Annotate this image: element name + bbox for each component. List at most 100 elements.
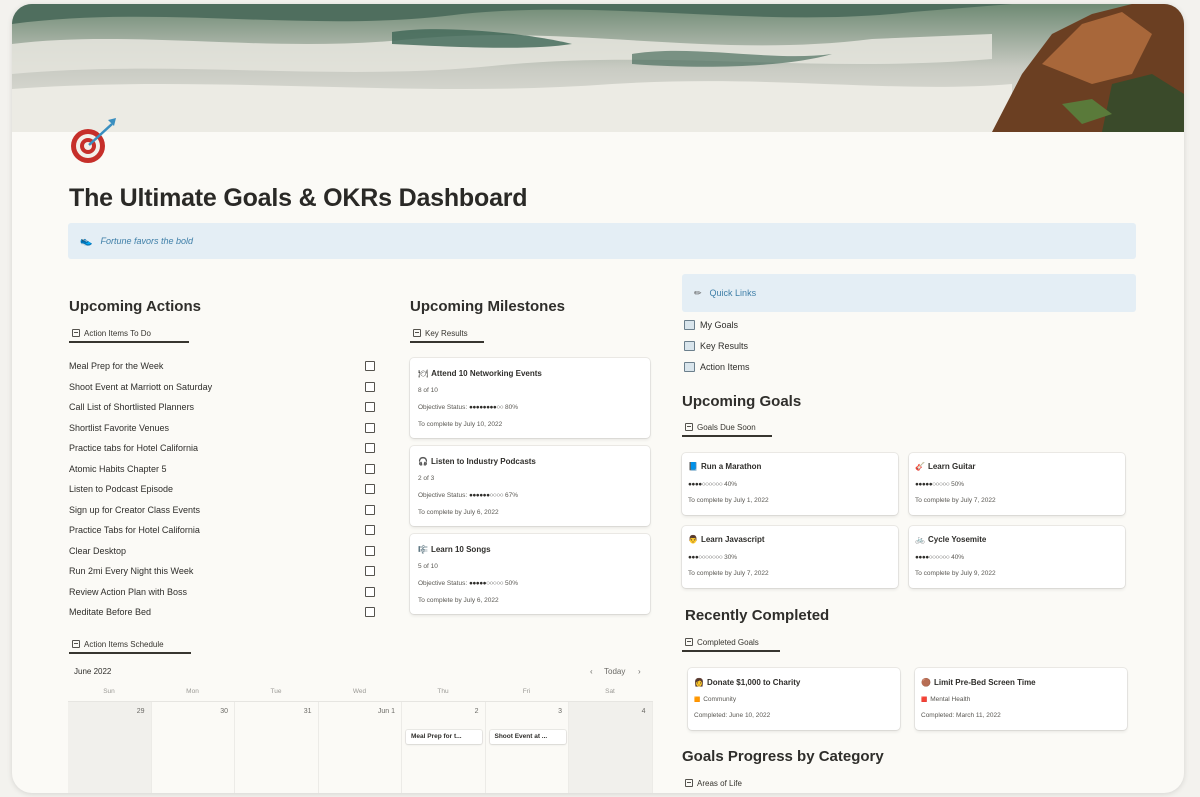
todo-label: Call List of Shortlisted Planners [69,402,195,412]
completed-goal-title: 👩 Donate $1,000 to Charity [694,678,800,687]
quick-link-label: Key Results [700,341,749,351]
quick-link-label: My Goals [700,320,739,330]
milestone-status: Objective Status: ●●●●●●●●○○ 80% [418,404,518,411]
todo-checkbox[interactable] [365,525,375,535]
todo-checkbox[interactable] [365,484,375,494]
quick-link[interactable]: My Goals [684,320,738,330]
goals-progress-heading: Goals Progress by Category [682,748,884,765]
milestone-card[interactable]: 🎼 Learn 10 Songs 5 of 10 Objective Status: … [410,534,650,614]
todo-checkbox[interactable] [365,566,375,576]
goal-due-date: To complete by July 9, 2022 [915,570,996,577]
todo-item[interactable]: Listen to Podcast Episode [69,479,375,499]
milestone-count: 2 of 3 [418,475,435,482]
weekday-label: Thu [437,688,449,695]
gallery-view-icon [413,329,421,337]
quick-link[interactable]: Action Items [684,362,750,372]
todo-item[interactable]: Atomic Habits Chapter 5 [69,459,375,479]
completed-goal-card[interactable]: 👩 Donate $1,000 to Charity 🟧 Community Compl… [688,668,900,730]
tab-label: Completed Goals [697,637,759,647]
todo-checkbox[interactable] [365,463,375,474]
todo-checkbox[interactable] [365,545,375,556]
prev-month-button[interactable]: ‹ [590,667,593,676]
category-tag: 🟥 Mental Health [921,696,970,703]
todo-item[interactable]: Shortlist Favorite Venues [69,418,375,438]
quick-link[interactable]: Key Results [684,341,748,351]
goal-title-text: Learn Guitar [927,462,976,471]
calendar-day-number: 29 [136,708,145,715]
calendar-grid: 29 30 31 Jun 1 2 3 4 Meal Prep for t... Shoot Ev… [68,701,653,793]
shoe-icon: 👟 [80,235,93,247]
next-month-button[interactable]: › [638,667,641,676]
milestone-icon: 🎼 [418,545,428,554]
calendar-day-cell[interactable]: 30 [152,702,235,793]
todo-item[interactable]: Shoot Event at Marriott on Saturday [69,377,375,397]
todo-label: Clear Desktop [69,545,127,556]
milestone-card[interactable]: 🎧 Listen to Industry Podcasts 2 of 3 Object… [410,446,650,526]
todo-item[interactable]: Practice tabs for Hotel California [69,438,375,458]
todo-item[interactable]: Meal Prep for the Week [69,356,375,376]
today-button[interactable]: Today [604,667,625,676]
todo-checkbox[interactable] [365,504,375,515]
goal-due-date: To complete by July 7, 2022 [688,570,769,577]
tab-label: Key Results [425,328,468,338]
todo-label: Practice Tabs for Hotel California [69,525,200,535]
tab-label: Action Items To Do [84,328,151,338]
table-view-icon [72,329,80,337]
todo-label: Practice tabs for Hotel California [69,443,199,453]
tab-areas-of-life[interactable]: Areas of Life [682,776,764,792]
todo-checkbox[interactable] [365,402,375,412]
todo-checkbox[interactable] [365,422,375,433]
goal-title: 🚲 Cycle Yosemite [915,535,986,544]
completed-goal-card[interactable]: 🟤 Limit Pre-Bed Screen Time 🟥 Mental Health… [915,668,1127,730]
todo-item[interactable]: Sign up for Creator Class Events [69,500,375,520]
category-tag: 🟧 Community [694,696,736,703]
goal-card[interactable]: 🚲 Cycle Yosemite ●●●●○○○○○○ 40% To complete… [909,526,1125,588]
todo-item[interactable]: Practice Tabs for Hotel California [69,520,375,540]
weekday-label: Mon [186,688,199,695]
tab-label: Areas of Life [697,778,742,788]
milestone-card[interactable]: 🍽 Attend 10 Networking Events 8 of 10 Objec… [410,358,650,438]
todo-item[interactable]: Meditate Before Bed [69,602,375,622]
calendar-day-cell[interactable]: 3 [486,702,569,793]
tab-action-items-to-do[interactable]: Action Items To Do [69,327,189,343]
progress-bar: ●●●●●○○○○○ [468,580,504,587]
todo-item[interactable]: Run 2mi Every Night this Week [69,561,375,581]
tab-action-items-schedule[interactable]: Action Items Schedule [69,638,191,654]
calendar-day-cell[interactable]: 29 [68,702,152,793]
todo-checkbox[interactable] [365,361,375,371]
goal-title-text: Cycle Yosemite [927,535,987,544]
goal-card[interactable]: 🎸 Learn Guitar ●●●●●○○○○○ 50% To complete b… [909,453,1125,515]
todo-checkbox[interactable] [365,607,375,617]
todo-checkbox[interactable] [365,586,375,597]
calendar-day-number: 2 [474,708,479,715]
calendar-day-cell[interactable]: Jun 1 [319,702,402,793]
goal-card[interactable]: 👨 Learn Javascript ●●●○○○○○○○ 30% To comple… [682,526,898,588]
status-label: Objective Status: [418,404,468,411]
todo-label: Run 2mi Every Night this Week [69,566,194,576]
todo-checkbox[interactable] [365,381,375,392]
weekday-label: Sun [103,688,115,695]
calendar-event[interactable]: Meal Prep for t... [406,730,482,744]
quick-links-callout: ✏ Quick Links [682,274,1136,312]
tab-goals-due-soon[interactable]: Goals Due Soon [682,421,772,437]
tab-key-results[interactable]: Key Results [410,327,484,343]
milestone-title-text: Learn 10 Songs [430,545,491,554]
tab-completed-goals[interactable]: Completed Goals [682,636,780,652]
todo-checkbox[interactable] [365,443,375,453]
todo-item[interactable]: Call List of Shortlisted Planners [69,397,375,417]
upcoming-milestones-heading: Upcoming Milestones [410,298,566,315]
calendar-day-cell[interactable]: 31 [235,702,319,793]
todo-item[interactable]: Review Action Plan with Boss [69,582,375,602]
goal-title-text: Learn Javascript [700,535,765,544]
tab-label: Goals Due Soon [697,422,756,432]
goal-progress: ●●●●○○○○○○ 40% [688,481,737,488]
calendar-day-cell[interactable]: 4 [569,702,653,793]
gallery-view-icon [685,638,693,646]
progress-bar: ●●●●●●●●○○ [468,404,504,411]
todo-item[interactable]: Clear Desktop [69,541,375,561]
goal-card[interactable]: 📘 Run a Marathon ●●●●○○○○○○ 40% To complete… [682,453,898,515]
calendar-day-cell[interactable]: 2 [402,702,486,793]
calendar-event[interactable]: Shoot Event at ... [489,730,566,744]
upcoming-goals-heading: Upcoming Goals [682,393,802,410]
milestone-title-text: Listen to Industry Podcasts [430,457,536,466]
